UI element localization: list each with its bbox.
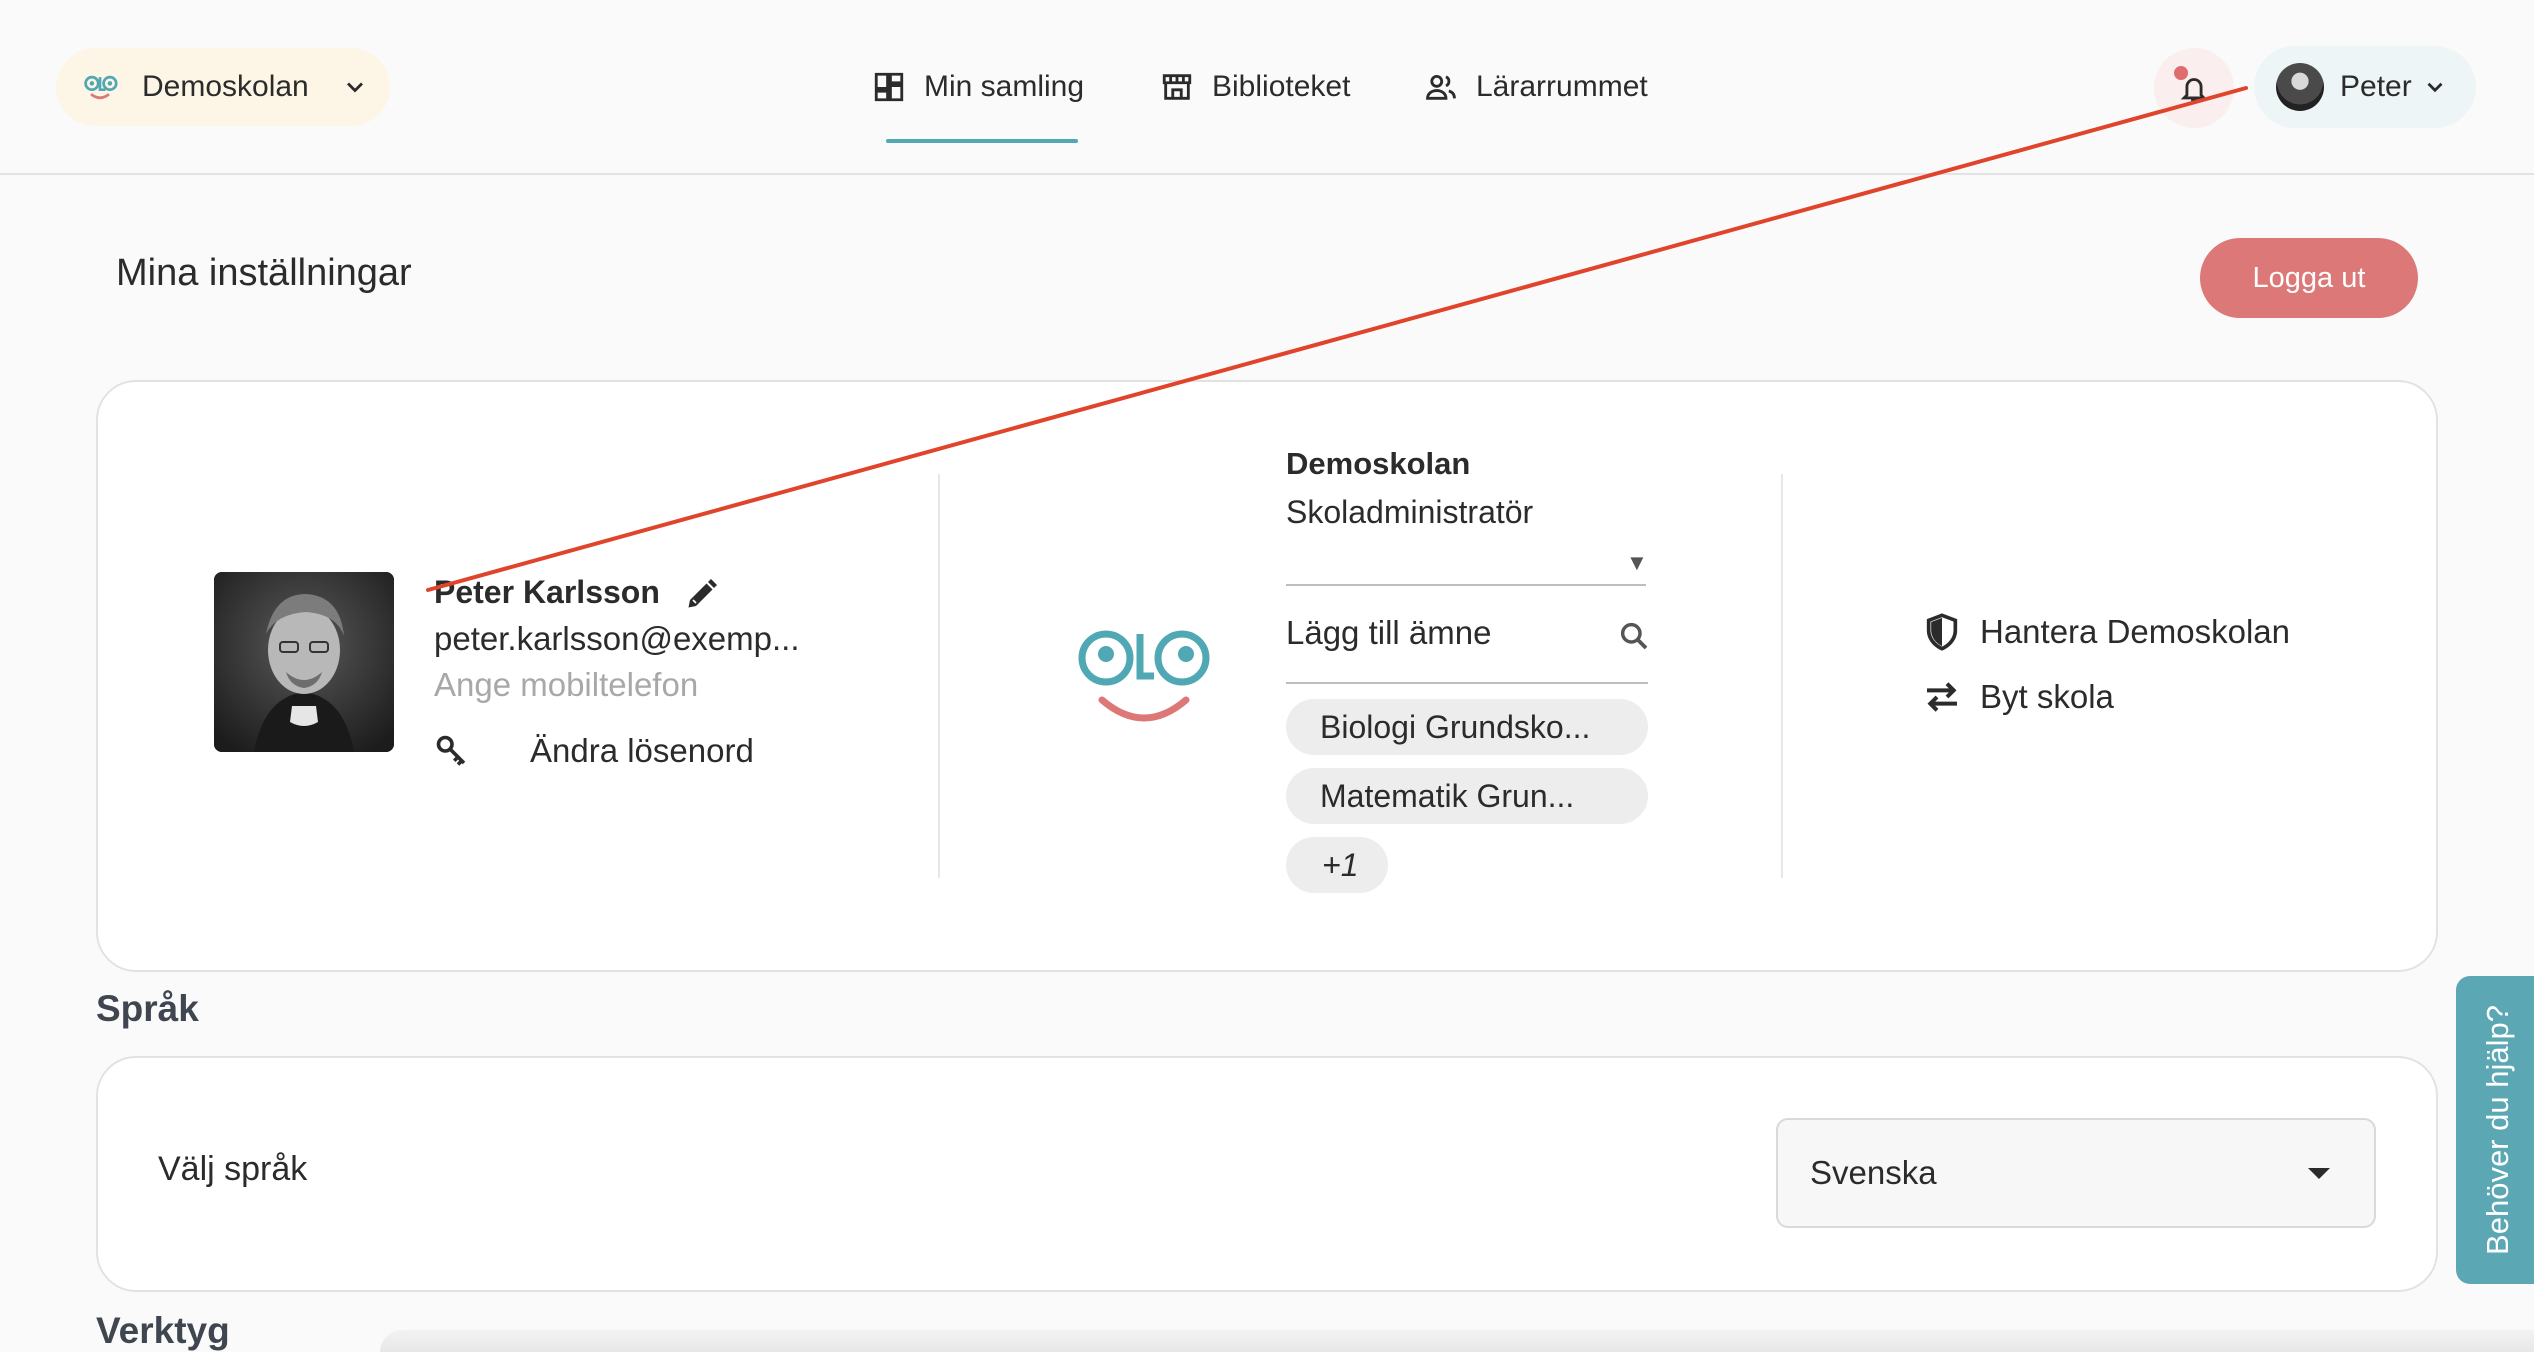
dropdown-arrow-icon: [2308, 1168, 2330, 1179]
shield-icon: [1926, 613, 1958, 651]
notifications-button[interactable]: [2154, 48, 2234, 128]
user-menu-button[interactable]: Peter: [2254, 46, 2476, 128]
key-icon: [436, 735, 466, 766]
nav-label: Lärarrummet: [1476, 70, 1648, 103]
logout-button[interactable]: Logga ut: [2200, 238, 2418, 318]
school-name: Demoskolan: [1286, 446, 1471, 481]
divider: [1781, 474, 1783, 878]
language-selected-value: Svenska: [1810, 1154, 1937, 1191]
dropdown-arrow-icon[interactable]: ▼: [1626, 550, 1648, 576]
more-subjects-chip[interactable]: +1: [1286, 837, 1388, 893]
bottom-overlay-edge: [380, 1330, 2534, 1352]
language-label: Välj språk: [158, 1150, 308, 1188]
nav-label: Biblioteket: [1212, 70, 1351, 103]
chevron-down-icon: [2427, 82, 2443, 93]
manage-school-label: Hantera Demoskolan: [1980, 613, 2290, 650]
school-switcher-label: Demoskolan: [142, 70, 309, 103]
subject-chip[interactable]: Matematik Grun...: [1286, 768, 1648, 824]
profile-photo[interactable]: [214, 572, 394, 752]
change-password-link[interactable]: Ändra lösenord: [434, 732, 754, 770]
school-switcher-button[interactable]: Demoskolan: [56, 48, 390, 126]
store-icon: [1162, 74, 1192, 100]
add-subject-input[interactable]: Lägg till ämne: [1286, 606, 1648, 684]
role-select[interactable]: [1286, 540, 1646, 586]
nav-min-samling[interactable]: Min samling: [872, 48, 1084, 126]
add-subject-placeholder: Lägg till ämne: [1286, 614, 1492, 651]
switch-school-link[interactable]: Byt skola: [1922, 677, 2114, 717]
olo-logo-icon: [1078, 630, 1210, 722]
school-role: Skoladministratör: [1286, 494, 1534, 530]
help-tab[interactable]: Behöver du hjälp?: [2456, 976, 2534, 1284]
switch-school-label: Byt skola: [1980, 678, 2114, 715]
chevron-down-icon: [346, 82, 363, 93]
change-password-label: Ändra lösenord: [530, 732, 754, 769]
phone-input[interactable]: Ange mobiltelefon: [434, 666, 698, 704]
profile-name: Peter Karlsson: [434, 574, 660, 610]
manage-school-link[interactable]: Hantera Demoskolan: [1922, 612, 2290, 652]
subject-chip[interactable]: Biologi Grundsko...: [1286, 699, 1648, 755]
active-tab-indicator: [886, 139, 1078, 143]
edit-pencil-icon[interactable]: [684, 576, 720, 612]
nav-label: Min samling: [924, 70, 1085, 103]
nav-lararrummet[interactable]: Lärarrummet: [1424, 48, 1648, 126]
language-section-title: Språk: [96, 988, 199, 1029]
top-navigation-bar: Demoskolan Min samling Biblioteket Lärar…: [0, 0, 2534, 175]
olo-logo-icon: [84, 75, 118, 100]
swap-arrows-icon: [1927, 682, 1957, 712]
tools-section-title: Verktyg: [96, 1310, 230, 1351]
unread-notification-dot: [2174, 66, 2188, 80]
language-select[interactable]: Svenska: [1776, 1118, 2376, 1228]
user-name: Peter: [2340, 70, 2412, 103]
people-icon: [1426, 74, 1456, 100]
profile-photo-image: [214, 572, 394, 752]
profile-email: peter.karlsson@exemp...: [434, 620, 800, 657]
divider: [938, 474, 940, 878]
avatar: [2276, 63, 2324, 111]
search-icon[interactable]: [1618, 620, 1650, 652]
page-title: Mina inställningar: [116, 252, 412, 294]
help-tab-label: Behöver du hjälp?: [2480, 1005, 2516, 1255]
dashboard-icon: [874, 72, 904, 102]
nav-biblioteket[interactable]: Biblioteket: [1160, 48, 1350, 126]
